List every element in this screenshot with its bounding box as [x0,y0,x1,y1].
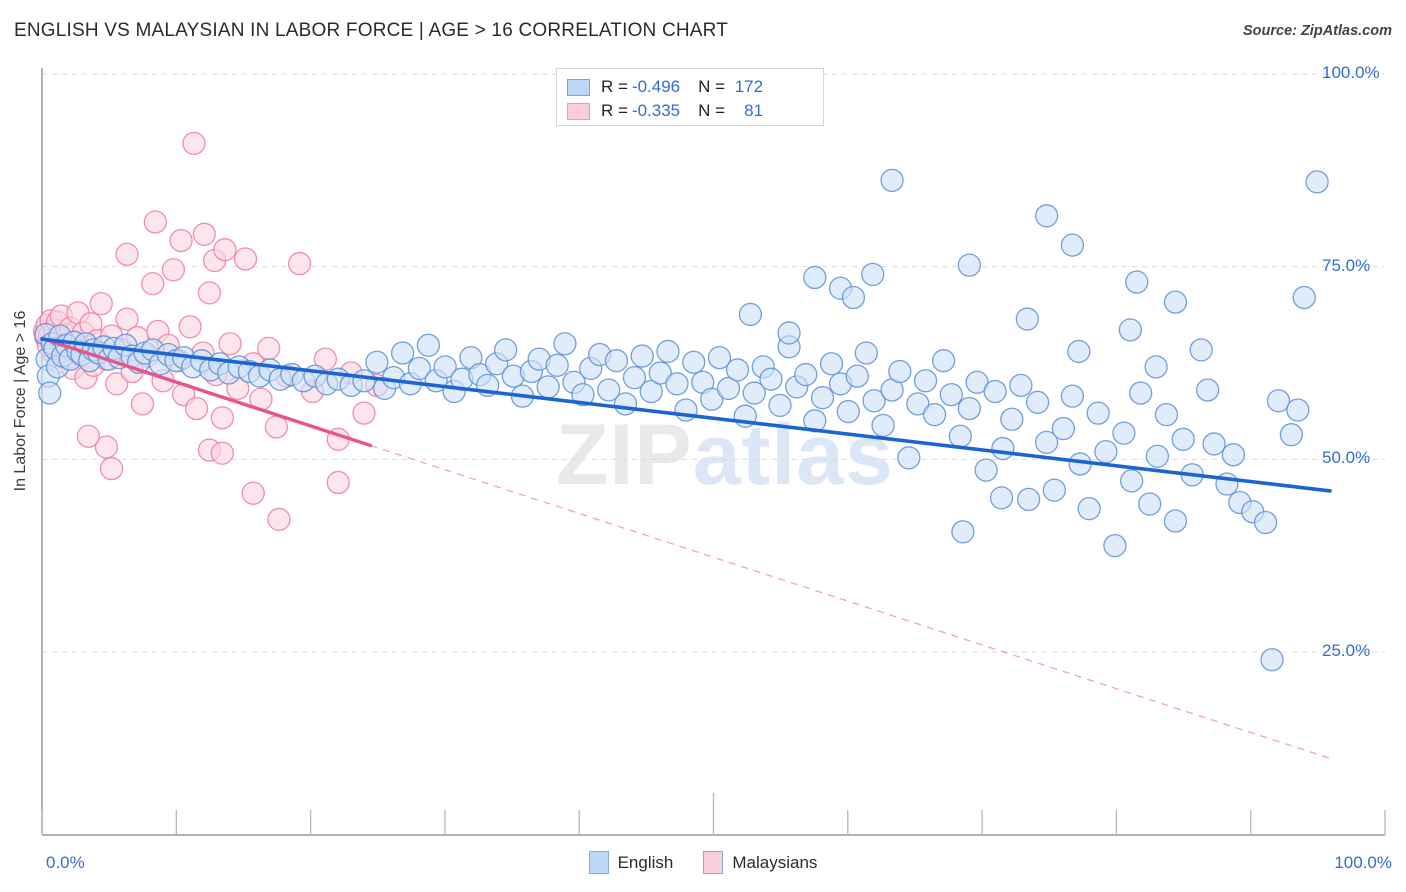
english-r-value: -0.496 [631,77,681,96]
y-tick-100: 100.0% [1322,63,1380,82]
chart-legend: English Malaysians [0,851,1406,874]
stats-row-malaysians: R = -0.335 N = 81 [567,99,813,123]
legend-label-english: English [617,852,674,872]
malaysians-legend-swatch-icon [703,851,724,874]
english-swatch-icon [567,78,590,96]
correlation-stats-box: R = -0.496 N = 172 R = -0.335 N = 81 [556,68,824,126]
malaysians-n-value: 81 [744,101,764,120]
malaysians-r-label: R = [601,101,628,120]
y-tick-75: 75.0% [1322,255,1371,275]
english-n-value: 172 [734,77,764,96]
scatter-plot-canvas [32,68,1386,836]
malaysians-r-value: -0.335 [631,101,681,120]
legend-label-malaysians: Malaysians [732,852,818,872]
legend-item-english[interactable]: English [588,851,674,874]
malaysians-swatch-icon [567,102,590,120]
english-r-label: R = [601,77,628,96]
y-tick-25: 25.0% [1322,641,1371,660]
english-n-label: N = [698,77,726,96]
legend-item-malaysians[interactable]: Malaysians [703,851,817,874]
stats-row-english: R = -0.496 N = 172 [567,75,813,99]
english-legend-swatch-icon [588,851,609,874]
y-tick-50: 50.0% [1322,448,1371,468]
malaysians-n-label: N = [698,101,726,120]
